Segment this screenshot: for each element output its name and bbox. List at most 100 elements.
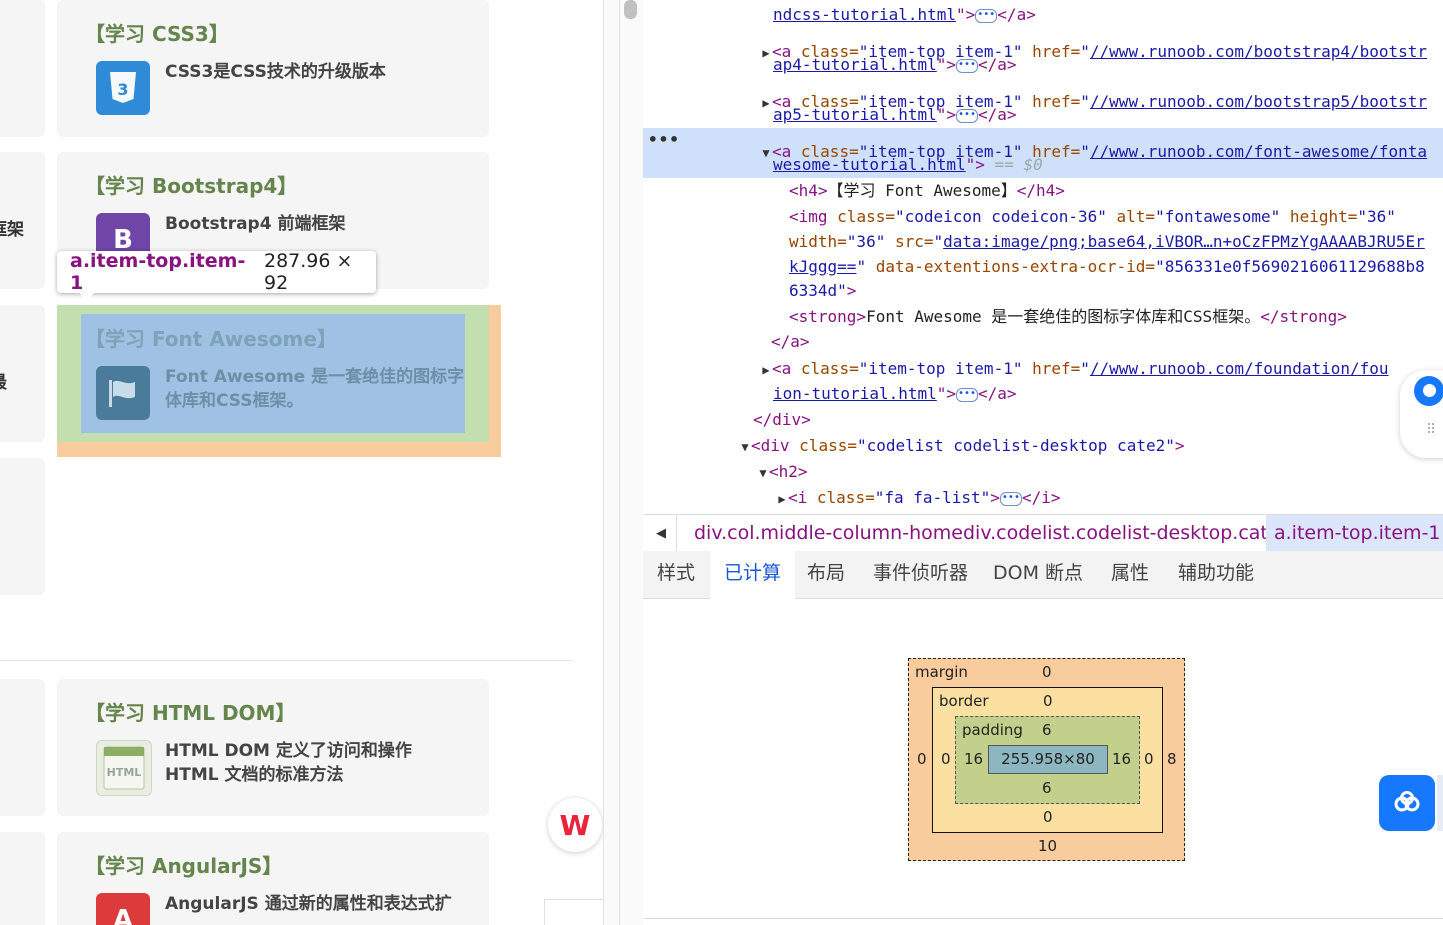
collapse-triangle-icon[interactable]: ▶ [760,358,772,382]
box-model-margin[interactable]: margin 0 0 8 10 border 0 0 0 0 padding 6… [908,658,1185,861]
dom-line[interactable]: ▼ <div class="codelist codelist-desktop c… [739,434,1184,459]
attr-link[interactable]: //www.runoob.com/bootstrap5/bootstr [1090,92,1427,111]
collapse-triangle-icon[interactable]: ▶ [760,91,772,115]
margin-bottom-value[interactable]: 10 [1038,837,1057,855]
attr-name: href= [1022,359,1081,378]
dom-line[interactable]: ▶ <i class="fa fa-list"> ••• </i> [776,486,1060,510]
dom-line[interactable]: width="36" src="data:image/png;base64,iV… [789,230,1425,254]
attr-link[interactable]: wesome-tutorial.html [773,155,966,174]
tutorial-card-html-dom[interactable]: 【学习 HTML DOM】 HTML HTML DOM 定义了访问和操作 HTM… [57,679,489,816]
left-card-partial[interactable]: 框架 [0,152,45,289]
tab-styles[interactable]: 样式 [657,551,695,598]
left-card-partial[interactable] [0,832,45,925]
attr-name: class= [799,436,857,455]
dom-line[interactable]: <h4>【学习 Font Awesome】</h4> [789,179,1065,203]
padding-left-value[interactable]: 16 [964,750,983,768]
attr-quote: " [856,257,867,276]
attr-link[interactable]: //www.runoob.com/foundation/fou [1090,359,1389,378]
dom-line[interactable]: kJggg==" data-extentions-extra-ocr-id="8… [789,255,1425,279]
border-label: border [939,692,989,710]
attr-link[interactable]: //www.runoob.com/font-awesome/fonta [1090,142,1427,161]
breadcrumb-item[interactable]: div.col.middle-column-home [694,515,963,551]
tab-properties[interactable]: 属性 [1111,551,1149,598]
dom-line[interactable]: ap4-tutorial.html"> ••• </a> [773,53,1017,77]
tag-open: <img [789,207,838,226]
tab-layout[interactable]: 布局 [807,551,845,598]
ellipsis-icon[interactable]: ••• [956,387,979,402]
breadcrumb-item-active[interactable]: a.item-top.item-1 [1266,515,1443,551]
dom-line[interactable]: wesome-tutorial.html"> == $0 [773,153,1043,177]
attr-link[interactable]: ap5-tutorial.html [773,105,937,124]
ellipsis-icon[interactable]: ••• [956,58,979,73]
card-title: 【学习 Bootstrap4】 [85,174,298,198]
attr-link[interactable]: ion-tutorial.html [773,384,937,403]
margin-top-value[interactable]: 0 [1042,663,1052,681]
border-left-value[interactable]: 0 [941,750,951,768]
border-top-value[interactable]: 0 [1043,692,1053,710]
ellipsis-icon[interactable]: ••• [999,491,1022,506]
dom-line[interactable]: 6334d"> [789,279,856,303]
page-scrollbar[interactable] [603,0,644,925]
box-model-content-size[interactable]: 255.958×80 [988,745,1108,774]
breadcrumb-scroll-left[interactable]: ◀ [646,515,677,551]
padding-right-value[interactable]: 16 [1112,750,1131,768]
dom-line[interactable]: ion-tutorial.html"> ••• </a> [773,382,1017,406]
dom-line[interactable]: ndcss-tutorial.html"> ••• </a> [773,3,1036,27]
tag-end: > [990,488,1000,507]
tab-computed[interactable]: 已计算 [710,551,796,600]
collapse-triangle-icon[interactable]: ▶ [760,41,772,65]
elements-tree[interactable]: ••• ndcss-tutorial.html"> ••• </a> ▶ <a clas… [643,0,1443,514]
margin-right-value[interactable]: 8 [1167,750,1177,768]
margin-left-value[interactable]: 0 [917,750,927,768]
side-assistant-widget[interactable]: ⠿ [1400,370,1443,458]
tutorial-card-angularjs[interactable]: 【学习 AngularJS】 A AngularJS 通过新的属性和表达式扩 [57,832,489,925]
padding-top-value[interactable]: 6 [1042,721,1052,739]
wps-float-button[interactable]: W [548,798,602,852]
dom-line[interactable]: <img class="codeicon codeicon-36" alt="f… [789,205,1396,229]
dom-line[interactable]: ▶ <a class="item-top item-1" href="//www.… [760,357,1389,382]
ellipsis-icon[interactable]: ••• [975,8,998,23]
expand-triangle-icon[interactable]: ▼ [760,141,772,165]
dom-line[interactable]: </div> [753,408,811,432]
tag-end: "> [965,155,985,174]
attr-link[interactable]: kJggg== [789,257,856,276]
card-cut-text: 最 [0,368,7,393]
attr-link[interactable]: //www.runoob.com/bootstrap4/bootstr [1090,42,1427,61]
left-card-partial[interactable] [0,679,45,816]
breadcrumb-item[interactable]: div.codelist.codelist-desktop.cate1 [963,515,1292,551]
left-card-partial[interactable]: 最 [0,305,45,442]
attr-link[interactable]: ndcss-tutorial.html [773,5,956,24]
drag-grip-icon[interactable]: ⠿ [1426,422,1436,438]
dom-line[interactable]: <strong>Font Awesome 是一套绝佳的图标字体库和CSS框架。<… [789,305,1347,329]
dom-line[interactable]: ▼ <h2> [757,460,807,485]
cloud-sync-button[interactable] [1379,775,1435,831]
collapse-triangle-icon[interactable]: ▶ [776,487,788,511]
dom-line[interactable]: </a> [771,330,810,354]
attr-value: "codeicon codeicon-36" [894,207,1107,226]
ellipsis-icon[interactable]: ••• [956,108,979,123]
tab-dom-breakpoints[interactable]: DOM 断点 [993,551,1083,598]
expand-triangle-icon[interactable]: ▼ [757,461,769,485]
box-model-border[interactable]: border 0 0 0 0 padding 6 16 16 6 255.958… [932,687,1163,833]
attr-link[interactable]: data:image/png;base64,iVBOR…n+oCzFPMzYgA… [943,232,1425,251]
left-card-partial[interactable] [0,458,45,595]
scrollbar-thumb[interactable] [624,0,637,19]
webpage-viewport: 框架 最 【学习 CSS3】 3 CSS3是CSS技术的升级版本 【学习 Boo… [0,0,603,925]
tooltip-selector: a.item-top.item-1 [70,250,246,294]
dom-line[interactable]: ap5-tutorial.html"> ••• </a> [773,103,1017,127]
box-model-padding[interactable]: padding 6 16 16 6 255.958×80 [955,716,1140,804]
border-bottom-value[interactable]: 0 [1043,808,1053,826]
svg-text:HTML: HTML [107,766,142,779]
border-right-value[interactable]: 0 [1144,750,1154,768]
tutorial-card-css3[interactable]: 【学习 CSS3】 3 CSS3是CSS技术的升级版本 [57,0,489,137]
attr-link[interactable]: ap4-tutorial.html [773,55,937,74]
attr-quote: " [1080,142,1090,161]
tab-accessibility[interactable]: 辅助功能 [1178,551,1254,598]
padding-bottom-value[interactable]: 6 [1042,779,1052,797]
tutorial-card-font-awesome[interactable]: 【学习 Font Awesome】 Font Awesome 是一套绝佳的图标字… [57,305,489,442]
left-card-partial[interactable] [0,0,45,137]
expand-triangle-icon[interactable]: ▼ [739,435,751,459]
node-more-actions[interactable]: ••• [648,130,680,149]
tab-event-listeners[interactable]: 事件侦听器 [873,551,968,598]
css3-icon: 3 [96,61,150,115]
